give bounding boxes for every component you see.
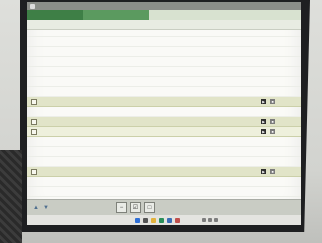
taskbar-apps [135,217,180,223]
column-header-row [27,20,301,30]
list-item[interactable] [27,57,301,67]
test-row[interactable]: ▶ ■ [27,127,301,137]
arrow-down-icon[interactable]: ▼ [42,204,50,212]
minus-icon[interactable]: − [116,202,127,213]
start-icon[interactable] [135,217,140,223]
row-checkbox[interactable] [31,168,37,175]
play-icon[interactable]: ▶ [261,129,266,134]
list-item[interactable] [27,157,301,167]
search-icon[interactable] [143,217,148,223]
test-row[interactable]: ▶ ■ [27,97,301,107]
play-icon[interactable]: ▶ [261,169,266,174]
title-bar [27,2,301,10]
list-item[interactable] [27,67,301,77]
network-icon[interactable] [202,218,206,222]
list-item[interactable] [27,47,301,57]
volume-icon[interactable] [208,218,212,222]
play-icon[interactable]: ▶ [261,99,266,104]
tab-strip [27,10,301,20]
speaker-grill [0,150,22,243]
list-item[interactable] [27,187,301,197]
list-item[interactable] [27,87,301,97]
list-item[interactable] [27,177,301,187]
trash-icon[interactable]: ■ [270,129,275,134]
os-taskbar [27,215,301,225]
bottom-toolbar: ▲ ▼ − ☑ □ [27,199,301,215]
folder-icon[interactable] [151,217,156,223]
list-item[interactable] [27,37,301,47]
app-window: ▶ ■ ▶ ■ ▶ ■ ▶ ■ ▲ ▼ − ☑ □ [27,2,301,215]
test-row[interactable]: ▶ ■ [27,117,301,127]
row-checkbox[interactable] [31,128,37,135]
list-item[interactable] [27,107,301,117]
row-checkbox[interactable] [31,98,37,105]
tab-secondary[interactable] [83,10,149,20]
tab-strip-fill [149,10,301,20]
system-tray [202,218,218,222]
list-item[interactable] [27,77,301,87]
app-icon[interactable] [175,217,180,223]
toolbar-buttons: − ☑ □ [116,202,155,213]
browser-icon[interactable] [159,217,164,223]
list-spacer [27,30,301,37]
arrow-up-icon[interactable]: ▲ [32,204,40,212]
app-icon[interactable] [167,217,172,223]
square-icon[interactable]: □ [144,202,155,213]
list-item[interactable] [27,137,301,147]
row-checkbox[interactable] [31,118,37,125]
app-icon [30,3,35,9]
tab-primary[interactable] [27,10,83,20]
check-icon[interactable]: ☑ [130,202,141,213]
trash-icon[interactable]: ■ [270,119,275,124]
test-row[interactable]: ▶ ■ [27,167,301,177]
play-icon[interactable]: ▶ [261,119,266,124]
trash-icon[interactable]: ■ [270,169,275,174]
list-item[interactable] [27,147,301,157]
item-list: ▶ ■ ▶ ■ ▶ ■ ▶ ■ [27,30,301,215]
battery-icon[interactable] [214,218,218,222]
trash-icon[interactable]: ■ [270,99,275,104]
